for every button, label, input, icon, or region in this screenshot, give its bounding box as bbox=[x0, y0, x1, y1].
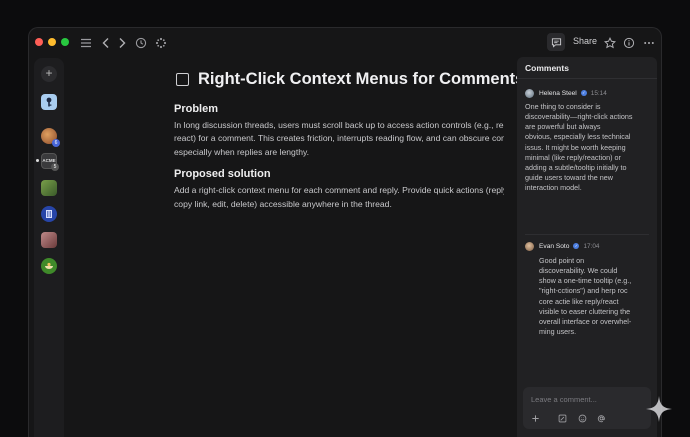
comment-header: Evan Soto ✓ 17:04 bbox=[525, 241, 653, 251]
comment-line: show a one-time tooltip (e.g., bbox=[539, 276, 632, 286]
close-window-button[interactable] bbox=[35, 38, 43, 46]
comment-line: discoverability. We could bbox=[539, 266, 618, 276]
comment-line: issus. It might be worth keeping bbox=[525, 142, 626, 152]
star-icon[interactable] bbox=[602, 35, 618, 51]
comments-panel: Comments Helena Steel ✓ 15:14 One thing … bbox=[517, 57, 657, 437]
document-content: Right-Click Context Menus for Comments P… bbox=[174, 70, 554, 211]
verified-check-icon: ✓ bbox=[580, 90, 587, 96]
back-arrow-icon[interactable] bbox=[98, 35, 114, 51]
menu-icon[interactable] bbox=[78, 35, 94, 51]
section-heading-proposed-solution: Proposed solution bbox=[174, 168, 271, 181]
comments-panel-title: Comments bbox=[525, 63, 569, 73]
unread-badge: 5 bbox=[51, 163, 59, 171]
mention-icon[interactable] bbox=[596, 414, 606, 424]
paragraph-line: In long discussion threads, users must s… bbox=[174, 120, 504, 130]
workspace-acme[interactable]: ACME 5 bbox=[41, 153, 59, 171]
unread-badge: 6 bbox=[52, 139, 60, 147]
comment-time: 15:14 bbox=[590, 89, 607, 97]
workspace-avatar-1[interactable]: 6 bbox=[41, 128, 60, 147]
verified-check-icon: ✓ bbox=[573, 243, 580, 249]
comment-line: Good point on bbox=[539, 256, 585, 265]
divider bbox=[517, 78, 657, 79]
paragraph-line: especially when replies are lengthy. bbox=[174, 146, 310, 157]
paragraph-line: copy link, edit, delete) accessible anyw… bbox=[174, 198, 392, 209]
section-heading-problem: Problem bbox=[174, 103, 219, 115]
comment-line: One thing to consider is bbox=[525, 102, 601, 111]
comment-line: ming users. bbox=[539, 327, 577, 337]
share-button[interactable]: Share bbox=[573, 36, 597, 46]
minimize-window-button[interactable] bbox=[48, 38, 56, 46]
book-icon bbox=[46, 210, 52, 218]
comment-author: Evan Soto bbox=[539, 242, 570, 250]
apps-grid-icon[interactable] bbox=[153, 35, 169, 51]
comments-toggle-button[interactable] bbox=[547, 33, 565, 51]
section-body-proposed-solution: Add a right-click context menu for each … bbox=[174, 184, 504, 211]
comment-line: minimal (like reply/reaction) or bbox=[525, 152, 621, 162]
paragraph-line: react) for a comment. This creates frict… bbox=[174, 133, 504, 144]
bowl-icon bbox=[45, 262, 53, 269]
workspace-key[interactable] bbox=[41, 94, 57, 110]
comment-item[interactable]: Helena Steel ✓ 15:14 One thing to consid… bbox=[525, 88, 653, 193]
add-attachment-icon[interactable] bbox=[530, 414, 540, 424]
add-workspace-button[interactable]: + bbox=[41, 66, 57, 82]
key-icon bbox=[46, 97, 52, 107]
comment-line: guide users toward the new bbox=[525, 173, 613, 183]
task-checkbox[interactable] bbox=[176, 73, 189, 86]
sparkle-icon bbox=[646, 396, 672, 422]
divider bbox=[525, 234, 649, 235]
comment-body: One thing to consider is discoverability… bbox=[525, 102, 653, 193]
active-indicator bbox=[36, 159, 39, 162]
emoji-icon[interactable] bbox=[577, 414, 587, 424]
title-bar: Share bbox=[29, 28, 661, 58]
more-options-icon[interactable] bbox=[641, 35, 657, 51]
comment-bubble-icon bbox=[551, 37, 561, 48]
comment-line: core actie like reply/react bbox=[539, 296, 619, 306]
comment-line: are powerful but always bbox=[525, 122, 601, 132]
workspace-avatar-4[interactable] bbox=[41, 258, 57, 274]
workspace-book[interactable] bbox=[41, 206, 57, 222]
comment-item[interactable]: Evan Soto ✓ 17:04 Good point on discover… bbox=[525, 241, 653, 337]
avatar bbox=[525, 241, 534, 251]
workspace-avatar-3[interactable] bbox=[41, 232, 57, 248]
comment-header: Helena Steel ✓ 15:14 bbox=[525, 88, 653, 98]
comment-line: visible to easer cluttering the bbox=[539, 306, 631, 316]
document-title[interactable]: Right-Click Context Menus for Comments bbox=[198, 70, 524, 89]
forward-arrow-icon[interactable] bbox=[114, 35, 130, 51]
edit-icon[interactable] bbox=[557, 414, 567, 424]
comment-line: adding a subtle/tooltip initially to bbox=[525, 162, 627, 172]
avatar bbox=[525, 88, 534, 98]
paragraph-line: Add a right-click context menu for each … bbox=[174, 185, 504, 196]
comment-body: Good point on discoverability. We could … bbox=[539, 256, 653, 337]
comment-time: 17:04 bbox=[583, 242, 600, 250]
comment-author: Helena Steel bbox=[539, 89, 577, 97]
workspace-rail: + 6 ACME 5 bbox=[34, 58, 64, 437]
comment-input[interactable] bbox=[529, 391, 645, 407]
comment-line: overall interface or overwhel- bbox=[539, 316, 632, 326]
section-body-problem: In long discussion threads, users must s… bbox=[174, 119, 504, 159]
info-icon[interactable] bbox=[621, 35, 637, 51]
comment-line: interaction model. bbox=[525, 183, 582, 193]
comment-line: "right-cctions") and herp roc bbox=[539, 286, 628, 296]
workspace-avatar-2[interactable] bbox=[41, 180, 57, 196]
app-window: Share + 6 ACME 5 Right-Click Context Men… bbox=[28, 27, 662, 437]
comment-line: discoverability—right-click actions bbox=[525, 112, 633, 122]
document-title-row: Right-Click Context Menus for Comments bbox=[176, 70, 554, 89]
zoom-window-button[interactable] bbox=[61, 38, 69, 46]
history-clock-icon[interactable] bbox=[133, 35, 149, 51]
comment-line: obvious, especially less technical bbox=[525, 132, 631, 142]
comment-composer bbox=[523, 387, 651, 429]
